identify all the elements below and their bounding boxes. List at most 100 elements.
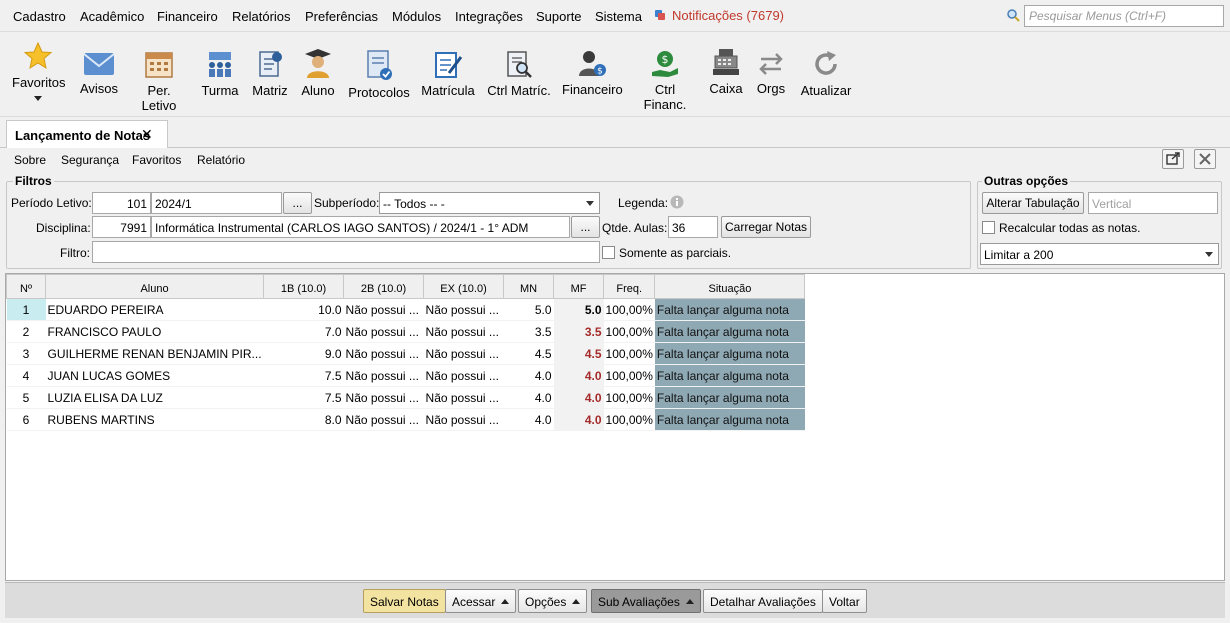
- matricula-button[interactable]: Matrícula: [420, 49, 476, 98]
- cell-1b[interactable]: 9.0: [263, 342, 344, 365]
- cell-freq[interactable]: 100,00%: [603, 386, 655, 409]
- table-row[interactable]: 6 RUBENS MARTINS 8.0 Não possui ... Não …: [6, 408, 805, 431]
- submenu-favoritos[interactable]: Favoritos: [132, 153, 181, 167]
- detach-window-button[interactable]: [1162, 149, 1184, 169]
- cell-2b[interactable]: Não possui ...: [343, 342, 424, 365]
- cell-mf[interactable]: 4.0: [553, 386, 604, 409]
- cell-freq[interactable]: 100,00%: [603, 364, 655, 387]
- periodo-code-field[interactable]: 101: [92, 192, 151, 214]
- submenu-relatorio[interactable]: Relatório: [197, 153, 245, 167]
- cell-numero[interactable]: 6: [6, 408, 46, 431]
- column-header-ex[interactable]: EX (10.0): [423, 274, 505, 299]
- orgs-button[interactable]: Orgs: [754, 51, 788, 96]
- cell-ex[interactable]: Não possui ...: [423, 364, 504, 387]
- cell-1b[interactable]: 7.5: [263, 364, 344, 387]
- caixa-button[interactable]: Caixa: [708, 47, 744, 96]
- subperiodo-select[interactable]: -- Todos -- -: [379, 192, 600, 214]
- cell-mf[interactable]: 4.0: [553, 408, 604, 431]
- cell-aluno[interactable]: RUBENS MARTINS: [45, 408, 264, 431]
- carregar-notas-button[interactable]: Carregar Notas: [721, 216, 811, 238]
- submenu-seguranca[interactable]: Segurança: [61, 153, 119, 167]
- column-header-situacao[interactable]: Situação: [654, 274, 806, 299]
- cell-mf[interactable]: 3.5: [553, 320, 604, 343]
- menu-integracoes[interactable]: Integrações: [455, 9, 523, 24]
- notifications-link[interactable]: Notificações (7679): [654, 8, 784, 23]
- cell-situacao[interactable]: Falta lançar alguma nota: [654, 386, 805, 409]
- cell-mn[interactable]: 4.0: [503, 364, 554, 387]
- menu-modulos[interactable]: Módulos: [392, 9, 441, 24]
- ctrl-financ-button[interactable]: $ Ctrl Financ.: [632, 48, 698, 112]
- avisos-button[interactable]: Avisos: [78, 51, 120, 96]
- table-row[interactable]: 2 FRANCISCO PAULO 7.0 Não possui ... Não…: [6, 320, 805, 343]
- table-row[interactable]: 3 GUILHERME RENAN BENJAMIN PIR... 9.0 Nã…: [6, 342, 805, 365]
- cell-ex[interactable]: Não possui ...: [423, 298, 504, 321]
- cell-aluno[interactable]: LUZIA ELISA DA LUZ: [45, 386, 264, 409]
- cell-mn[interactable]: 4.5: [503, 342, 554, 365]
- cell-ex[interactable]: Não possui ...: [423, 342, 504, 365]
- per-letivo-button[interactable]: Per. Letivo: [130, 49, 188, 113]
- cell-freq[interactable]: 100,00%: [603, 408, 655, 431]
- cell-situacao[interactable]: Falta lançar alguma nota: [654, 408, 805, 431]
- qtde-aulas-field[interactable]: 36: [668, 216, 718, 238]
- cell-mf[interactable]: 4.5: [553, 342, 604, 365]
- cell-mf[interactable]: 5.0: [553, 298, 604, 321]
- salvar-notas-button[interactable]: Salvar Notas: [363, 589, 446, 613]
- cell-2b[interactable]: Não possui ...: [343, 408, 424, 431]
- filtro-input[interactable]: [92, 241, 600, 263]
- ctrl-matric-button[interactable]: Ctrl Matríc.: [486, 49, 552, 98]
- cell-mn[interactable]: 5.0: [503, 298, 554, 321]
- column-header-mn[interactable]: MN: [503, 274, 555, 299]
- cell-aluno[interactable]: FRANCISCO PAULO: [45, 320, 264, 343]
- column-header-mf[interactable]: MF: [553, 274, 605, 299]
- cell-numero[interactable]: 2: [6, 320, 46, 343]
- periodo-name-field[interactable]: 2024/1: [151, 192, 282, 214]
- cell-2b[interactable]: Não possui ...: [343, 298, 424, 321]
- table-row[interactable]: 4 JUAN LUCAS GOMES 7.5 Não possui ... Nã…: [6, 364, 805, 387]
- periodo-lookup-button[interactable]: ...: [283, 192, 312, 214]
- opcoes-button[interactable]: Opções: [518, 589, 588, 613]
- cell-situacao[interactable]: Falta lançar alguma nota: [654, 364, 805, 387]
- cell-1b[interactable]: 7.0: [263, 320, 344, 343]
- somente-parciais-checkbox[interactable]: [602, 246, 615, 259]
- cell-aluno[interactable]: JUAN LUCAS GOMES: [45, 364, 264, 387]
- favoritos-button[interactable]: Favoritos: [12, 41, 65, 101]
- search-menus-input[interactable]: Pesquisar Menus (Ctrl+F): [1024, 5, 1224, 27]
- column-header-numero[interactable]: Nº: [6, 274, 46, 299]
- cell-freq[interactable]: 100,00%: [603, 298, 655, 321]
- cell-numero[interactable]: 4: [6, 364, 46, 387]
- cell-2b[interactable]: Não possui ...: [343, 320, 424, 343]
- submenu-sobre[interactable]: Sobre: [14, 153, 46, 167]
- menu-relatorios[interactable]: Relatórios: [232, 9, 291, 24]
- column-header-1b[interactable]: 1B (10.0): [263, 274, 345, 299]
- cell-numero[interactable]: 3: [6, 342, 46, 365]
- cell-2b[interactable]: Não possui ...: [343, 364, 424, 387]
- disciplina-name-field[interactable]: Informática Instrumental (CARLOS IAGO SA…: [151, 216, 570, 238]
- cell-situacao[interactable]: Falta lançar alguma nota: [654, 342, 805, 365]
- cell-numero[interactable]: 1: [6, 298, 46, 321]
- aluno-button[interactable]: Aluno: [298, 47, 338, 98]
- financeiro-button[interactable]: $ Financeiro: [562, 48, 623, 97]
- voltar-button[interactable]: Voltar: [822, 589, 867, 613]
- disciplina-code-field[interactable]: 7991: [92, 216, 151, 238]
- cell-numero[interactable]: 5: [6, 386, 46, 409]
- alterar-tabulacao-button[interactable]: Alterar Tabulação: [982, 192, 1084, 214]
- cell-aluno[interactable]: EDUARDO PEREIRA: [45, 298, 264, 321]
- atualizar-button[interactable]: Atualizar: [800, 49, 852, 98]
- menu-academico[interactable]: Acadêmico: [80, 9, 144, 24]
- cell-1b[interactable]: 8.0: [263, 408, 344, 431]
- table-row[interactable]: 1 EDUARDO PEREIRA 10.0 Não possui ... Nã…: [6, 298, 805, 321]
- limitar-select[interactable]: Limitar a 200: [980, 243, 1219, 265]
- cell-aluno[interactable]: GUILHERME RENAN BENJAMIN PIR...: [45, 342, 264, 365]
- disciplina-lookup-button[interactable]: ...: [571, 216, 600, 238]
- cell-freq[interactable]: 100,00%: [603, 320, 655, 343]
- menu-cadastro[interactable]: Cadastro: [13, 9, 66, 24]
- sub-avaliacoes-button[interactable]: Sub Avaliações: [591, 589, 701, 613]
- menu-financeiro[interactable]: Financeiro: [157, 9, 218, 24]
- table-row[interactable]: 5 LUZIA ELISA DA LUZ 7.5 Não possui ... …: [6, 386, 805, 409]
- cell-ex[interactable]: Não possui ...: [423, 386, 504, 409]
- close-icon[interactable]: ✕: [141, 126, 153, 143]
- tab-lancamento-de-notas[interactable]: Lançamento de Notas ✕: [6, 120, 168, 148]
- turma-button[interactable]: Turma: [200, 49, 240, 98]
- cell-situacao[interactable]: Falta lançar alguma nota: [654, 320, 805, 343]
- cell-ex[interactable]: Não possui ...: [423, 408, 504, 431]
